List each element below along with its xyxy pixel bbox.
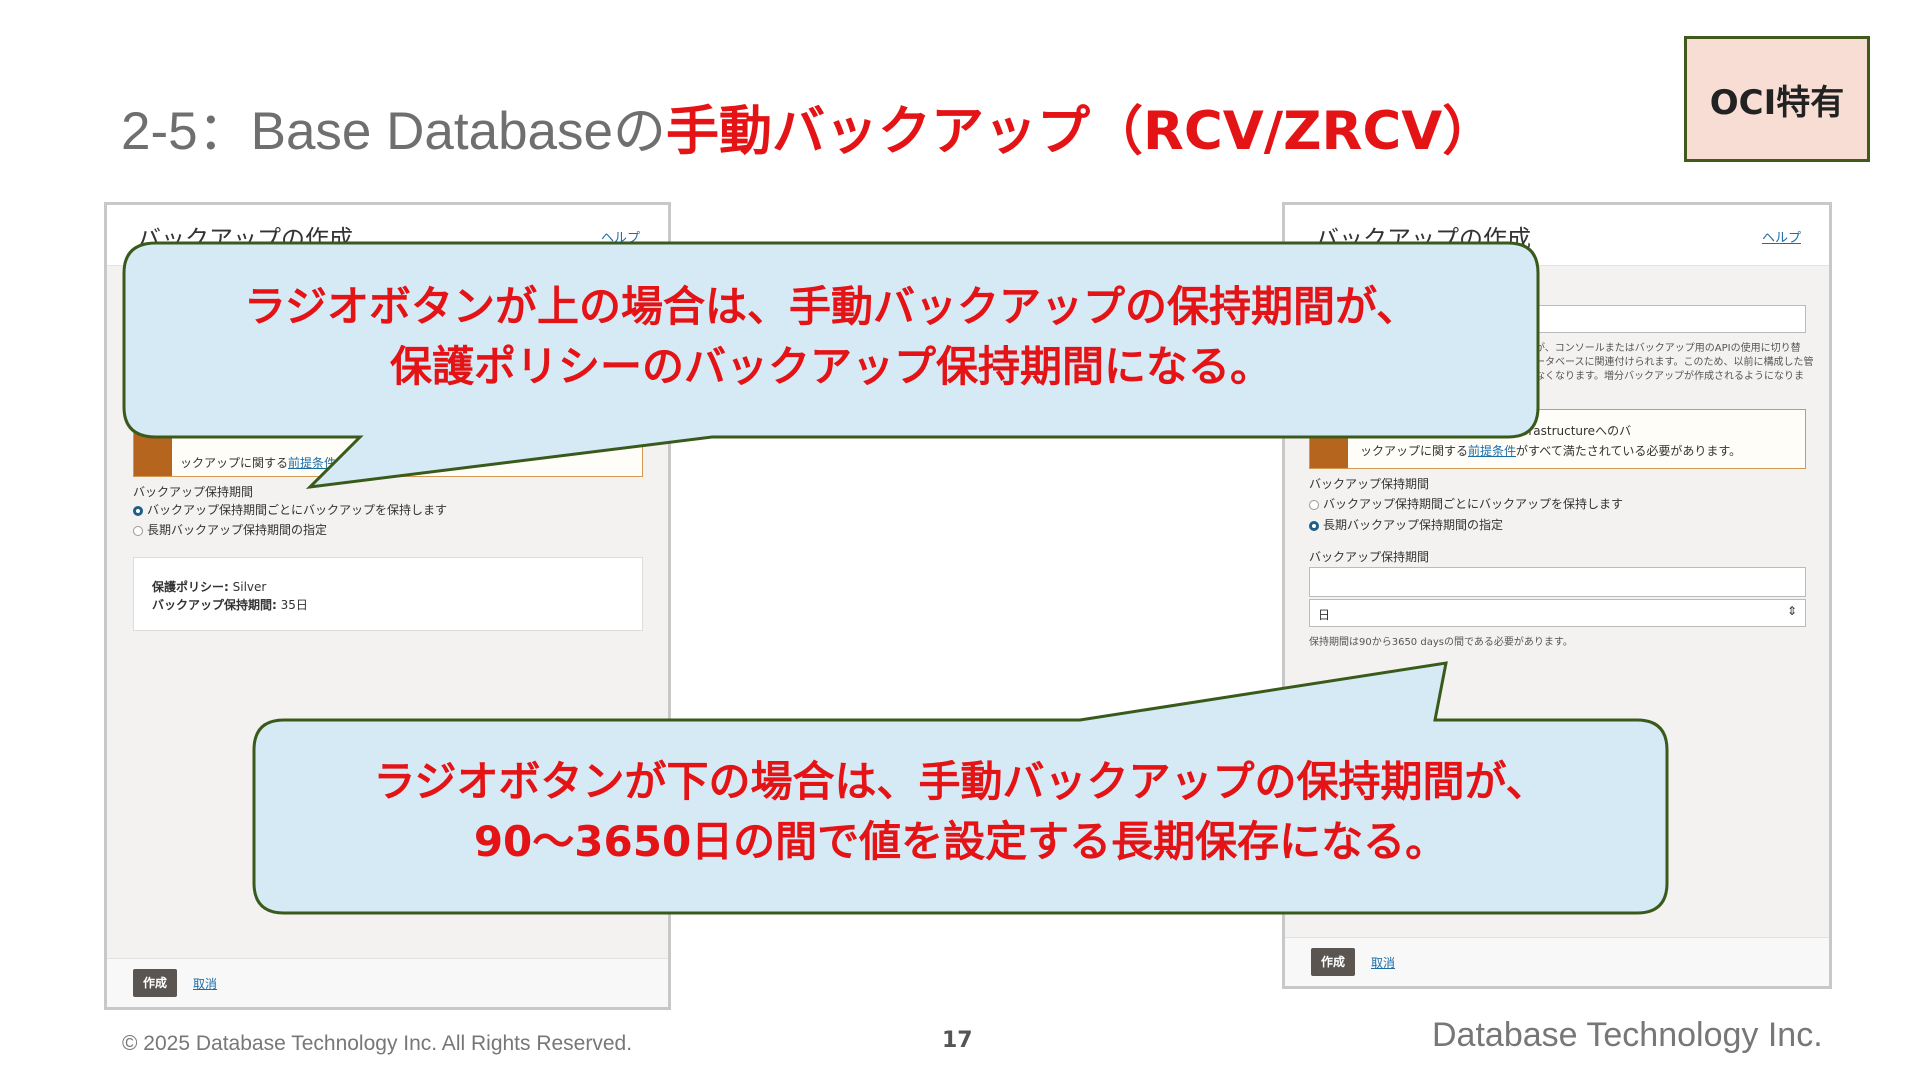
copyright-text: © 2025 Database Technology Inc. All Righ… xyxy=(122,1032,633,1055)
company-logo-text: Database Technology Inc. xyxy=(1432,1016,1823,1054)
top-callout-line-1: ラジオボタンが上の場合は、手動バックアップの保持期間が、 xyxy=(243,282,1419,331)
period-label: バックアップ保持期間: xyxy=(152,598,277,612)
description-line-2: ータベースに関連付けられます。このため、以前に構成した管 xyxy=(1535,357,1814,368)
radio-long-term[interactable]: 長期バックアップ保持期間の指定 xyxy=(133,521,327,538)
top-callout-text: ラジオボタンが上の場合は、手動バックアップの保持期間が、 保護ポリシーのバックア… xyxy=(124,277,1538,397)
slide-title: 2-5：Base Databaseの手動バックアップ（RCV/ZRCV） xyxy=(121,97,1495,167)
help-link[interactable]: ヘルプ xyxy=(601,227,640,246)
policy-row: 保護ポリシー: Silver xyxy=(152,578,266,595)
notice-text: ックアップに関する前提条件 xyxy=(180,456,337,470)
radio-button[interactable] xyxy=(133,525,143,536)
radio-keep-by-policy[interactable]: バックアップ保持期間ごとにバックアップを保持します xyxy=(1309,495,1623,512)
policy-label: 保護ポリシー: xyxy=(152,580,229,594)
help-link[interactable]: ヘルプ xyxy=(1762,227,1801,246)
retention-unit-value: 日 xyxy=(1318,608,1331,622)
prerequisite-notice: ックアップに関する前提条件 xyxy=(133,427,643,477)
panel-header: バックアップの作成 ヘルプ xyxy=(1285,205,1829,266)
panel-title: バックアップの作成 xyxy=(1315,225,1531,253)
period-field-label: バックアップ保持期間 xyxy=(1309,550,1430,564)
description-line-1: が、コンソールまたはバックアップ用のAPIの使用に切り替 xyxy=(1535,343,1801,354)
radio-button-selected[interactable] xyxy=(133,505,143,516)
panel-footer: 作成 取消 xyxy=(107,958,668,1007)
policy-info-box: 保護ポリシー: Silver バックアップ保持期間: 35日 xyxy=(133,557,643,631)
panel-footer: 作成 取消 xyxy=(1285,937,1829,986)
retention-label: バックアップ保持期間 xyxy=(133,485,254,499)
notice-line-1: るためには、Oracle Cloud Infrastructureへのバ xyxy=(1360,424,1632,438)
prerequisite-link[interactable]: 前提条件 xyxy=(1468,444,1516,458)
policy-value: Silver xyxy=(232,580,267,594)
slide-title-highlight: 手動バックアップ（RCV/ZRCV） xyxy=(666,101,1496,162)
radio-long-term[interactable]: 長期バックアップ保持期間の指定 xyxy=(1309,516,1503,533)
bottom-callout-line-2: 90～3650日の間で値を設定する長期保存になる。 xyxy=(473,817,1448,866)
prerequisite-link[interactable]: 前提条件 xyxy=(288,456,336,470)
radio-keep-by-policy[interactable]: バックアップ保持期間ごとにバックアップを保持します xyxy=(133,501,447,518)
retention-unit-select[interactable]: 日 ⇕ xyxy=(1309,599,1806,627)
notice-icon-bar xyxy=(1310,410,1348,468)
bottom-callout-line-1: ラジオボタンが下の場合は、手動バックアップの保持期間が、 xyxy=(373,757,1548,806)
retention-hint: 保持期間は90から3650 daysの間である必要があります。 xyxy=(1309,637,1573,648)
description-line-3: なくなります。増分バックアップが作成されるようになりま xyxy=(1535,371,1804,382)
select-chevron-icon: ⇕ xyxy=(1786,604,1797,618)
retention-days-input[interactable] xyxy=(1309,567,1806,597)
create-button[interactable]: 作成 xyxy=(1311,948,1356,976)
retention-label: バックアップ保持期間 xyxy=(1309,477,1430,491)
radio-button-selected[interactable] xyxy=(1309,520,1319,531)
notice-line-2: ックアップに関する前提条件がすべて満たされている必要があります。 xyxy=(1360,444,1742,458)
create-button[interactable]: 作成 xyxy=(133,969,178,997)
panel-header: バックアップの作成 ヘルプ xyxy=(107,205,668,266)
page-number: 17 xyxy=(942,1028,973,1053)
bottom-callout-text: ラジオボタンが下の場合は、手動バックアップの保持期間が、 90～3650日の間で… xyxy=(254,752,1667,872)
cancel-link[interactable]: 取消 xyxy=(1371,954,1395,971)
oci-specific-badge: OCI特有 xyxy=(1684,36,1870,162)
cancel-link[interactable]: 取消 xyxy=(193,975,217,992)
period-value: 35日 xyxy=(280,598,308,612)
slide-title-prefix: 2-5：Base Databaseの xyxy=(121,102,667,161)
panel-title: バックアップの作成 xyxy=(137,225,353,253)
top-callout-line-2: 保護ポリシーのバックアップ保持期間になる。 xyxy=(389,342,1272,391)
radio-button[interactable] xyxy=(1309,499,1319,510)
notice-icon-bar xyxy=(134,428,172,476)
period-row: バックアップ保持期間: 35日 xyxy=(152,596,308,613)
prerequisite-notice: るためには、Oracle Cloud Infrastructureへのバ ックア… xyxy=(1309,409,1806,469)
